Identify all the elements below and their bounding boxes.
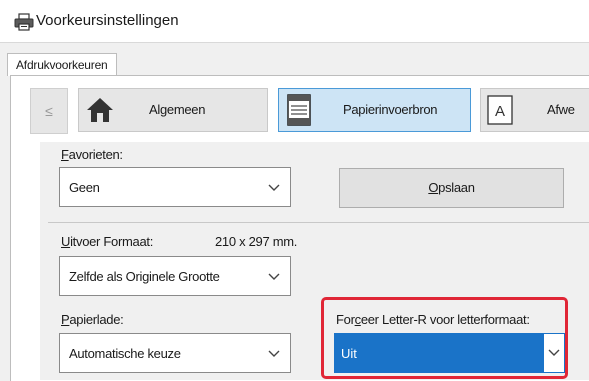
svg-text:A: A	[495, 103, 505, 120]
nav-tab-afwerking[interactable]: A Afwe	[480, 88, 589, 132]
home-icon	[87, 98, 113, 122]
window-title: Voorkeursinstellingen	[36, 12, 179, 29]
output-size-dimensions: 210 x 297 mm.	[215, 234, 298, 249]
tab-afdrukvoorkeuren[interactable]: Afdrukvoorkeuren	[7, 53, 117, 76]
nav-tab-papierinvoerbron[interactable]: Papierinvoerbron	[278, 88, 471, 132]
dropdown-button[interactable]	[544, 334, 564, 372]
save-button[interactable]: Opslaan	[339, 168, 564, 208]
paper-tray-value: Automatische keuze	[69, 346, 181, 361]
force-letter-value: Uit	[341, 346, 357, 361]
favorites-select[interactable]: Geen	[59, 167, 291, 207]
force-letter-label: Forceer Letter-R voor letterformaat:	[336, 312, 530, 327]
paper-tray-icon	[287, 94, 311, 126]
chevron-down-icon	[548, 349, 560, 356]
nav-tab-algemeen[interactable]: Algemeen	[78, 88, 268, 132]
printer-icon	[14, 13, 34, 31]
paper-tray-label: Papierlade:	[61, 312, 124, 327]
nav-tab-label: Papierinvoerbron	[343, 102, 438, 117]
output-size-label: Uitvoer Formaat:	[61, 234, 154, 249]
force-letter-select[interactable]: Uit	[334, 333, 565, 373]
chevron-down-icon	[268, 273, 280, 280]
output-size-value: Zelfde als Originele Grootte	[69, 269, 220, 284]
favorites-value: Geen	[69, 180, 100, 195]
output-size-select[interactable]: Zelfde als Originele Grootte	[59, 256, 291, 296]
chevron-down-icon	[268, 350, 280, 357]
nav-tab-label: Afwe	[547, 102, 575, 117]
favorites-label: Favorieten:	[61, 147, 123, 162]
nav-prev-button[interactable]: ≤	[30, 88, 68, 134]
paper-tray-select[interactable]: Automatische keuze	[59, 333, 291, 373]
chevron-down-icon	[268, 184, 280, 191]
text-a-icon: A	[487, 95, 513, 125]
section-divider	[48, 222, 589, 223]
nav-tab-label: Algemeen	[149, 102, 206, 117]
